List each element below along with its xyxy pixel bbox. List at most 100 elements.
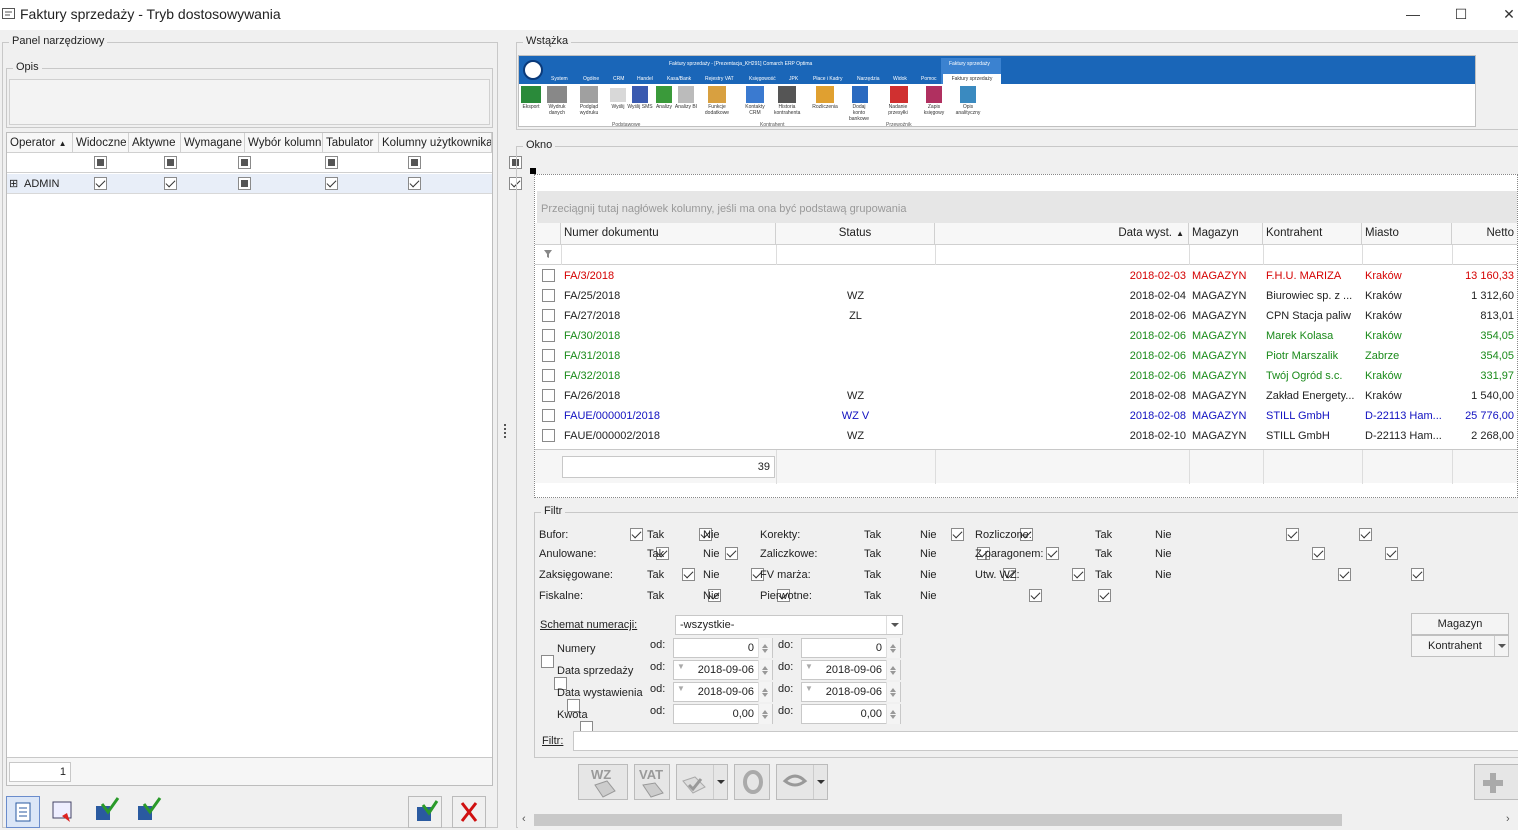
row-checkbox[interactable] bbox=[542, 349, 555, 362]
row-checkbox[interactable] bbox=[542, 289, 555, 302]
cancel-button[interactable] bbox=[452, 796, 486, 828]
tab-pomoc[interactable]: Pomoc bbox=[921, 76, 937, 82]
scroll-right-icon[interactable]: › bbox=[1506, 813, 1510, 825]
table-row[interactable]: FA/30/2018 2018-02-06 MAGAZYN Marek Kolasa K… bbox=[535, 326, 1517, 346]
row-checkbox[interactable] bbox=[542, 309, 555, 322]
table-row[interactable]: FA/26/2018 WZ 2018-02-08 MAGAZYN Zakład Ener… bbox=[535, 386, 1517, 406]
aktywne-checkbox[interactable] bbox=[164, 177, 178, 190]
scrollbar-thumb[interactable] bbox=[534, 814, 1342, 826]
tab-handel[interactable]: Handel bbox=[637, 76, 653, 82]
filter-nie-checkbox[interactable] bbox=[725, 547, 738, 560]
tab-crm[interactable]: CRM bbox=[613, 76, 624, 82]
filter-text-input[interactable] bbox=[573, 731, 1518, 751]
print-preview-icon[interactable] bbox=[580, 86, 598, 103]
tab-ksiegowosc[interactable]: Księgowość bbox=[749, 76, 776, 82]
accounting-entry-icon[interactable] bbox=[926, 86, 942, 103]
from-spin-icon[interactable] bbox=[758, 682, 772, 702]
wymagane-checkbox[interactable] bbox=[238, 177, 252, 190]
table-row[interactable]: FA/31/2018 2018-02-06 MAGAZYN Piotr Marszal… bbox=[535, 346, 1517, 366]
analysis-icon[interactable] bbox=[656, 86, 672, 103]
ribbon-btn-podglad[interactable]: Podgląd wydruku bbox=[576, 104, 602, 116]
wybor-checkbox[interactable] bbox=[325, 177, 339, 190]
col-aktywne[interactable]: Aktywne bbox=[129, 133, 181, 153]
cycle-button[interactable] bbox=[734, 764, 770, 800]
col-kolumny-uzytkownika[interactable]: Kolumny użytkownika bbox=[379, 133, 492, 153]
table-row[interactable]: FAUE/000002/2018 WZ 2018-02-10 MAGAZYN STILL… bbox=[535, 426, 1517, 446]
crm-contacts-icon[interactable] bbox=[746, 86, 764, 103]
ribbon-btn-nadanie[interactable]: Nadanie przesyłki bbox=[885, 104, 911, 116]
contractor-history-icon[interactable] bbox=[778, 86, 796, 103]
save-green-button[interactable] bbox=[90, 796, 124, 828]
filter-tak-checkbox[interactable] bbox=[1338, 568, 1351, 581]
analytic-description-icon[interactable] bbox=[960, 86, 976, 103]
chevron-down-icon[interactable] bbox=[1494, 636, 1508, 656]
filter-tak-checkbox[interactable] bbox=[682, 568, 695, 581]
filter-aktywne-checkbox[interactable] bbox=[164, 156, 178, 169]
wz-button[interactable]: WZ bbox=[578, 764, 628, 800]
col-wybor-kolumn[interactable]: Wybór kolumn bbox=[245, 133, 323, 153]
ribbon-btn-opis[interactable]: Opis analityczny bbox=[955, 104, 981, 116]
filter-tak-checkbox[interactable] bbox=[630, 528, 643, 541]
col-select[interactable] bbox=[535, 223, 561, 245]
print-data-icon[interactable] bbox=[547, 86, 567, 103]
filter-tabulator-checkbox[interactable] bbox=[408, 156, 422, 169]
ribbon-btn-funkcje[interactable]: Funkcje dodatkowe bbox=[704, 104, 730, 116]
row-checkbox[interactable] bbox=[542, 329, 555, 342]
import-button[interactable] bbox=[48, 796, 82, 828]
table-row[interactable]: FA/27/2018 ZL 2018-02-06 MAGAZYN CPN Stacja … bbox=[535, 306, 1517, 326]
ribbon-btn-zapis[interactable]: Zapis księgowy bbox=[921, 104, 947, 116]
kontrahent-button[interactable]: Kontrahent bbox=[1411, 635, 1509, 657]
col-numer[interactable]: Numer dokumentu bbox=[561, 223, 776, 245]
from-spin-icon[interactable] bbox=[758, 704, 772, 724]
table-row[interactable]: FA/25/2018 WZ 2018-02-04 MAGAZYN Biurowiec s… bbox=[535, 286, 1517, 306]
analysis-bi-icon[interactable] bbox=[678, 86, 694, 103]
chevron-down-icon[interactable] bbox=[813, 765, 827, 799]
filter-tak-checkbox[interactable] bbox=[1029, 589, 1042, 602]
filter-tak-checkbox[interactable] bbox=[1286, 528, 1299, 541]
shipping-icon[interactable] bbox=[890, 86, 908, 103]
save-all-button[interactable] bbox=[132, 796, 166, 828]
table-row[interactable]: FA/3/2018 2018-02-03 MAGAZYN F.H.U. MARIZA K… bbox=[535, 266, 1517, 286]
save-button[interactable] bbox=[408, 796, 442, 828]
row-checkbox[interactable] bbox=[542, 429, 555, 442]
horizontal-scrollbar[interactable]: ‹ › bbox=[518, 812, 1518, 828]
filter-wybor-checkbox[interactable] bbox=[325, 156, 339, 169]
col-miasto[interactable]: Miasto bbox=[1362, 223, 1452, 245]
extra-functions-icon[interactable] bbox=[708, 86, 726, 103]
chevron-down-icon[interactable] bbox=[886, 616, 902, 634]
from-spin-icon[interactable] bbox=[758, 638, 772, 658]
col-magazyn[interactable]: Magazyn bbox=[1189, 223, 1263, 245]
table-row[interactable]: ⊞ ADMIN bbox=[7, 174, 523, 194]
ribbon-btn-eksport[interactable]: Eksport bbox=[518, 104, 544, 110]
tabulator-checkbox[interactable] bbox=[408, 177, 422, 190]
filter-tak-checkbox[interactable] bbox=[1312, 547, 1325, 560]
send-icon[interactable] bbox=[610, 88, 626, 102]
maximize-button[interactable]: ☐ bbox=[1446, 4, 1476, 24]
table-row[interactable]: FAUE/000001/2018 WZ V 2018-02-08 MAGAZYN STI… bbox=[535, 406, 1517, 426]
settlements-icon[interactable] bbox=[816, 86, 834, 103]
approve-button[interactable] bbox=[676, 764, 728, 800]
tab-widok[interactable]: Widok bbox=[893, 76, 907, 82]
row-checkbox[interactable] bbox=[542, 269, 555, 282]
col-tabulator[interactable]: Tabulator bbox=[323, 133, 379, 153]
col-netto[interactable]: Netto bbox=[1452, 223, 1517, 245]
col-widoczne[interactable]: Widoczne bbox=[73, 133, 129, 153]
ribbon-btn-analizy-bi[interactable]: Analizy BI bbox=[673, 104, 699, 110]
filter-icon[interactable] bbox=[543, 249, 553, 259]
filter-tak-checkbox[interactable] bbox=[951, 528, 964, 541]
filter-nie-checkbox[interactable] bbox=[1411, 568, 1424, 581]
col-status[interactable]: Status bbox=[776, 223, 935, 245]
add-button[interactable] bbox=[1474, 764, 1518, 800]
splitter-handle[interactable] bbox=[504, 424, 507, 438]
tab-kasa-bank[interactable]: Kasa/Bank bbox=[667, 76, 691, 82]
ribbon-btn-wyslij-sms[interactable]: Wyślij SMS bbox=[627, 104, 653, 110]
ribbon-btn-rozliczenia[interactable]: Rozliczenia bbox=[812, 104, 838, 110]
col-operator[interactable]: Operator ▲ bbox=[7, 133, 73, 153]
filter-nie-checkbox[interactable] bbox=[1359, 528, 1372, 541]
tab-faktury-sprzedazy[interactable]: Faktury sprzedaży bbox=[943, 74, 1001, 84]
row-checkbox[interactable] bbox=[542, 409, 555, 422]
tab-system[interactable]: System bbox=[551, 76, 568, 82]
grid-filter-row[interactable] bbox=[535, 245, 1517, 265]
tab-jpk[interactable]: JPK bbox=[789, 76, 798, 82]
expand-icon[interactable]: ⊞ bbox=[9, 177, 18, 190]
